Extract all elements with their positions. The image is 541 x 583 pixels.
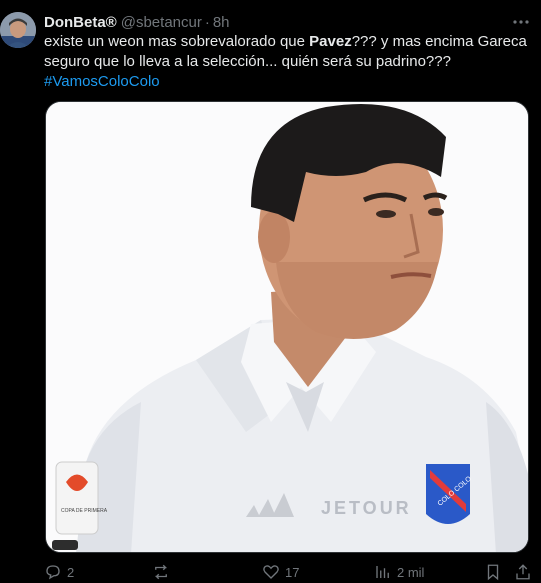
action-bar: 2 17 2 mil: [44, 563, 534, 583]
more-icon[interactable]: [511, 12, 531, 32]
tweet-bold-mention: Pavez: [309, 33, 352, 50]
reply-icon: [46, 565, 60, 580]
like-icon: [263, 565, 279, 579]
shirt-sponsor-text: JETOUR: [321, 498, 412, 518]
player-photo: JETOUR COLO COLO COPA DE PRIMERA: [46, 102, 528, 552]
like-count: 17: [285, 564, 300, 580]
tweet-text-part: existe un weon mas sobrevalorado que: [44, 33, 310, 50]
author-handle[interactable]: @sbetancur: [121, 14, 202, 31]
tweet[interactable]: DonBeta® @sbetancur · 8h existe un weon …: [0, 0, 541, 581]
repost-button[interactable]: [152, 563, 175, 581]
bookmark-button[interactable]: [484, 563, 502, 581]
tweet-header: DonBeta® @sbetancur · 8h: [44, 12, 531, 32]
avatar[interactable]: [0, 12, 36, 48]
like-button[interactable]: 17: [262, 563, 299, 581]
share-button[interactable]: [514, 563, 532, 581]
views-icon: [376, 566, 389, 578]
repost-icon: [154, 564, 168, 580]
tweet-photo[interactable]: JETOUR COLO COLO COPA DE PRIMERA: [45, 101, 529, 553]
reply-count: 2: [67, 564, 75, 580]
views-button[interactable]: 2 mil: [374, 563, 424, 581]
separator-dot: ·: [204, 13, 210, 31]
tweet-text: existe un weon mas sobrevalorado que Pav…: [44, 32, 534, 92]
bookmark-icon: [487, 564, 499, 581]
hashtag-link[interactable]: #VamosColoColo: [44, 72, 534, 92]
tweet-time[interactable]: 8h: [213, 14, 230, 31]
club-crest-icon: COLO COLO: [426, 464, 473, 524]
share-icon: [516, 564, 530, 580]
patch-text: COPA DE PRIMERA: [61, 508, 108, 514]
reply-button[interactable]: 2: [44, 563, 74, 581]
views-count: 2 mil: [397, 564, 425, 580]
author-name[interactable]: DonBeta®: [44, 14, 117, 31]
